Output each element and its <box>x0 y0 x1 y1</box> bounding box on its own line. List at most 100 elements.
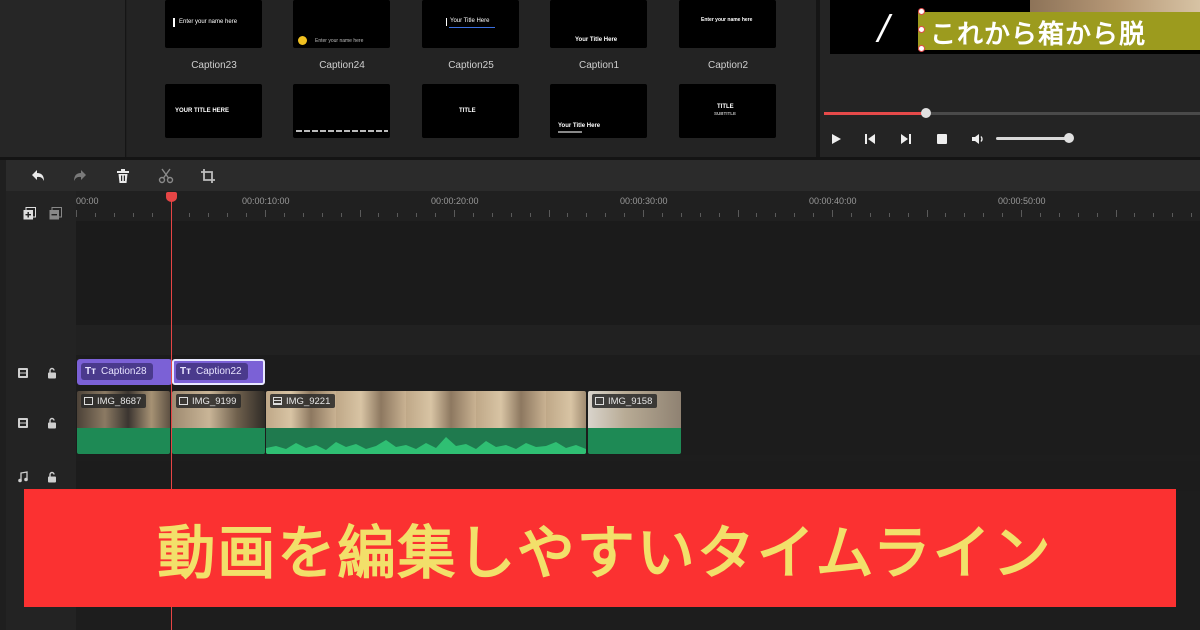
video-frame <box>1030 0 1200 12</box>
ruler-tick <box>454 210 455 217</box>
ruler-tick <box>1058 213 1060 217</box>
redo-icon[interactable] <box>71 167 89 185</box>
preview-video[interactable]: / これから箱から脱 <box>830 0 1200 54</box>
ruler-tick <box>472 213 474 217</box>
template-thumb-caption24[interactable]: Enter your name here <box>293 0 390 48</box>
ruler-tick <box>1172 213 1174 217</box>
caption-clip-label: Caption28 <box>101 366 147 377</box>
caption-overlay-text[interactable]: これから箱から脱 <box>930 14 1146 51</box>
ruler-tick <box>529 213 531 217</box>
thumb-text: Enter your name here <box>701 17 753 23</box>
ruler-label: 00:00:50:00 <box>998 196 1046 206</box>
resize-handle[interactable] <box>918 45 925 52</box>
video-clip[interactable]: IMG_9199 <box>172 391 265 454</box>
ruler-tick <box>283 213 285 217</box>
clip-label: IMG_8687 <box>97 395 142 407</box>
template-thumb-caption1[interactable]: Your Title Here <box>550 0 647 48</box>
ruler-tick <box>624 213 626 217</box>
template-thumb[interactable]: Your Title Here <box>550 84 647 138</box>
next-frame-icon[interactable] <box>898 131 914 147</box>
template-label: Caption1 <box>578 60 620 71</box>
add-track-icon[interactable] <box>23 207 36 220</box>
template-thumb-caption23[interactable]: Enter your name here <box>165 0 262 48</box>
unlock-icon[interactable] <box>46 367 58 379</box>
ruler-tick <box>378 213 380 217</box>
thumb-text: Enter your name here <box>179 19 238 25</box>
emoji-icon <box>298 36 307 45</box>
crop-icon[interactable] <box>199 167 217 185</box>
ruler-tick <box>643 210 644 217</box>
clip-tag: IMG_9199 <box>176 394 242 408</box>
progress-bar[interactable] <box>824 108 1200 118</box>
video-clip[interactable]: IMG_8687 <box>77 391 170 454</box>
thumb-text: Your Title Here <box>558 123 601 129</box>
unlock-icon[interactable] <box>46 471 58 483</box>
ruler-tick <box>1002 213 1004 217</box>
undo-icon[interactable] <box>29 167 47 185</box>
ruler-tick <box>1039 213 1041 217</box>
thumb-subtext: SUBTITLE <box>714 111 736 116</box>
ruler-label: 00:00:40:00 <box>809 196 857 206</box>
play-icon[interactable] <box>828 131 844 147</box>
scissors-icon[interactable] <box>157 167 175 185</box>
caption-clip-selected[interactable]: Tт Caption22 <box>172 359 265 385</box>
template-thumb[interactable]: TITLE <box>422 84 519 138</box>
ruler-tick <box>718 213 720 217</box>
ruler-tick <box>397 213 399 217</box>
text-type-icon: Tт <box>180 366 192 377</box>
unlock-icon[interactable] <box>46 417 58 429</box>
ruler-label: 00:00 <box>76 196 99 206</box>
volume-icon[interactable] <box>970 131 986 147</box>
volume-knob[interactable] <box>1064 133 1074 143</box>
video-clip[interactable]: IMG_9221 <box>266 391 586 454</box>
template-thumb-caption25[interactable]: Your Title Here <box>422 0 519 48</box>
delete-icon[interactable] <box>114 167 132 185</box>
template-thumb[interactable] <box>293 84 390 138</box>
ruler-tick <box>1115 210 1117 217</box>
template-thumb[interactable]: YOUR TITLE HERE <box>165 84 262 138</box>
ruler-tick <box>869 213 871 217</box>
ruler-tick <box>699 213 701 217</box>
ruler-tick <box>888 213 890 217</box>
previous-frame-icon[interactable] <box>862 131 878 147</box>
template-label: Caption25 <box>448 60 494 71</box>
audio-waveform <box>172 428 265 454</box>
playhead-handle[interactable] <box>166 192 177 202</box>
progress-knob[interactable] <box>920 108 931 118</box>
timeline-toolbar <box>6 160 1200 191</box>
resize-handle[interactable] <box>918 26 925 33</box>
film-icon <box>273 397 282 405</box>
ruler-tick <box>832 210 833 217</box>
remove-track-icon[interactable] <box>49 207 62 220</box>
empty-track-area[interactable] <box>76 221 1200 325</box>
ruler-tick <box>94 213 96 217</box>
ruler-tick <box>208 213 210 217</box>
video-clip[interactable]: IMG_9158 <box>588 391 681 454</box>
image-icon <box>179 397 188 405</box>
ruler-tick <box>813 213 815 217</box>
ruler-tick <box>151 213 153 217</box>
audio-track[interactable] <box>76 461 1200 491</box>
caption-clip[interactable]: Tт Caption28 <box>77 359 172 385</box>
thumb-text: Enter your name here <box>315 38 364 44</box>
ruler-tick <box>491 213 493 217</box>
template-thumb[interactable]: TITLE SUBTITLE <box>679 84 776 138</box>
ruler-tick <box>302 213 304 217</box>
ruler-tick <box>246 213 248 217</box>
ruler-tick <box>359 210 361 217</box>
ruler-tick <box>227 213 229 217</box>
clip-tag: IMG_9158 <box>592 394 658 408</box>
ruler-tick <box>661 213 663 217</box>
ruler-tick <box>1153 213 1155 217</box>
stop-icon[interactable] <box>934 131 950 147</box>
audio-waveform <box>266 428 586 454</box>
time-ruler[interactable]: 00:00 00:00:10:00 00:00:20:00 00:00:30:0… <box>76 191 1200 221</box>
template-thumb-caption2[interactable]: Enter your name here <box>679 0 776 48</box>
underline-decoration <box>449 27 495 28</box>
ruler-tick <box>850 213 852 217</box>
resize-handle[interactable] <box>918 8 925 15</box>
ruler-label: 00:00:30:00 <box>620 196 668 206</box>
volume-slider[interactable] <box>996 137 1068 140</box>
film-icon <box>18 368 28 378</box>
text-placeholder-line <box>296 130 388 132</box>
